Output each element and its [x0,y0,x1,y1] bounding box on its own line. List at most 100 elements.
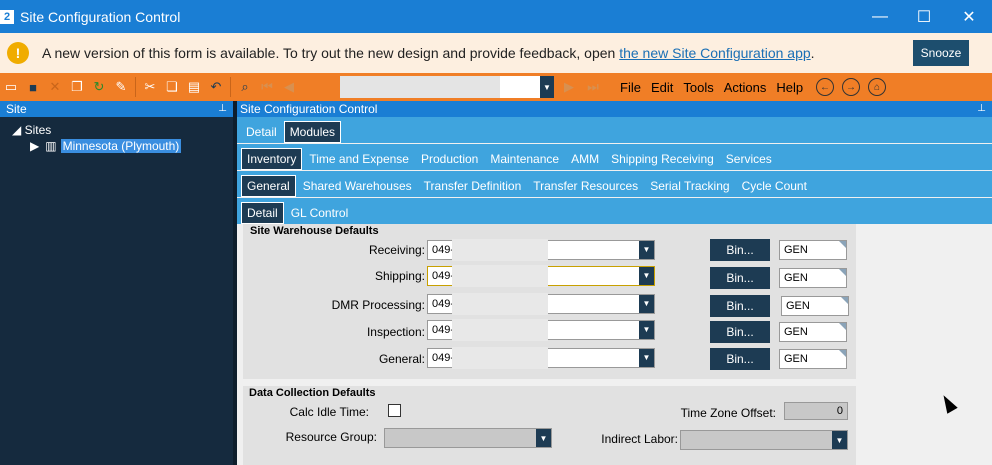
tab-maintenance[interactable]: Maintenance [485,148,564,170]
resource-group-select[interactable]: ▼ [384,428,552,448]
tab-shipping-receiving[interactable]: Shipping Receiving [606,148,719,170]
chevron-down-icon[interactable]: ▼ [639,241,654,259]
tab-production[interactable]: Production [416,148,483,170]
shipping-bin-field[interactable]: GEN [779,268,847,288]
new-icon[interactable]: ▭ [0,76,22,98]
redacted-value [452,239,548,261]
chevron-down-icon[interactable]: ▼ [639,321,654,339]
window-title: Site Configuration Control [20,8,181,25]
tab-modules[interactable]: Modules [283,121,342,143]
pin-icon[interactable]: ⊥ [218,101,227,117]
home-icon[interactable]: ⌂ [868,78,886,96]
receiving-warehouse-field[interactable]: 049- ▼ [427,239,655,261]
expand-icon[interactable]: ▶ [30,139,39,153]
menu-help[interactable]: Help [776,80,803,95]
tab-amm[interactable]: AMM [566,148,604,170]
tabs-level1: Detail Modules [237,117,992,143]
tree-node-sites[interactable]: ◢ Sites [12,123,51,137]
dmr-processing-bin-button[interactable]: Bin... [710,295,770,317]
tab-inventory[interactable]: Inventory [241,148,303,170]
building-icon: ▥ [45,139,57,153]
inspection-warehouse-field[interactable]: 049- ▼ [427,319,655,341]
tab-gl-control[interactable]: GL Control [286,202,354,224]
next-record-icon[interactable]: ▶ [558,76,580,98]
snooze-button[interactable]: Snooze [913,40,969,66]
undo-icon[interactable]: ↶ [205,76,227,98]
tab-general[interactable]: General [241,175,296,197]
find-icon[interactable]: ⌕ [234,76,256,98]
tab-services[interactable]: Services [721,148,777,170]
cut-icon[interactable]: ✂ [139,76,161,98]
site-pane-title: Site [6,102,27,116]
minimize-button[interactable]: — [857,0,903,33]
redacted-value [452,319,548,341]
nav-buttons: ← → ⌂ [816,73,894,101]
calc-idle-time-checkbox[interactable] [388,404,401,417]
chevron-down-icon[interactable]: ▼ [639,295,654,313]
tab-detail-sub[interactable]: Detail [241,202,284,224]
dmr-processing-bin-field[interactable]: GEN [781,296,849,316]
tree-node-label[interactable]: Minnesota (Plymouth) [60,139,182,153]
tab-detail[interactable]: Detail [241,121,282,143]
inspection-bin-button[interactable]: Bin... [710,321,770,343]
chevron-down-icon[interactable]: ▼ [832,431,847,449]
menu-actions[interactable]: Actions [724,80,767,95]
general-label: General: [378,352,425,366]
shipping-bin-button[interactable]: Bin... [710,267,770,289]
menu-edit[interactable]: Edit [651,80,673,95]
clipboard-icon[interactable]: ▤ [183,76,205,98]
general-bin-field[interactable]: GEN [779,349,847,369]
delete-icon[interactable]: ✕ [44,76,66,98]
save-icon[interactable]: ■ [22,76,44,98]
record-selector[interactable]: ▼ [340,76,554,98]
dmr-processing-warehouse-field[interactable]: 049- ▼ [427,293,655,315]
last-record-icon[interactable]: ⏭ [582,76,604,98]
tab-transfer-resources[interactable]: Transfer Resources [528,175,643,197]
back-icon[interactable]: ← [816,78,834,96]
tab-serial-tracking[interactable]: Serial Tracking [645,175,734,197]
time-zone-offset-field[interactable]: 0 [784,402,848,420]
paste-icon[interactable]: ❏ [161,76,183,98]
indirect-labor-label: Indirect Labor: [601,432,678,446]
field-value: 049- [432,298,455,310]
tab-shared-warehouses[interactable]: Shared Warehouses [298,175,417,197]
eraser-icon[interactable]: ✎ [110,76,132,98]
notice-text: A new version of this form is available.… [42,45,620,61]
warehouse-defaults-title: Site Warehouse Defaults [250,225,379,237]
general-bin-button[interactable]: Bin... [710,348,770,370]
tabs-level2: Inventory Time and Expense Production Ma… [237,144,992,170]
refresh-icon[interactable]: ↻ [88,76,110,98]
toolbar-separator [230,77,231,97]
close-button[interactable]: ✕ [946,0,992,33]
menu-file[interactable]: File [620,80,641,95]
shipping-warehouse-field[interactable]: 049- ▼ [427,265,655,287]
first-record-icon[interactable]: ⏮ [256,76,278,98]
toolbar-separator [135,77,136,97]
new-version-notice: ! A new version of this form is availabl… [0,33,992,73]
chevron-down-icon[interactable]: ▼ [639,267,654,285]
field-value: 049- [432,352,455,364]
tab-time-and-expense[interactable]: Time and Expense [304,148,414,170]
tab-cycle-count[interactable]: Cycle Count [737,175,812,197]
copy-icon[interactable]: ❐ [66,76,88,98]
pin-icon[interactable]: ⊥ [977,101,986,117]
chevron-down-icon[interactable]: ▼ [536,429,551,447]
tab-transfer-definition[interactable]: Transfer Definition [419,175,527,197]
time-zone-offset-label: Time Zone Offset: [680,406,776,420]
forward-icon[interactable]: → [842,78,860,96]
general-warehouse-field[interactable]: 049- ▼ [427,347,655,369]
receiving-bin-field[interactable]: GEN [779,240,847,260]
chevron-down-icon[interactable]: ▼ [540,76,554,98]
indirect-labor-select[interactable]: ▼ [680,430,848,450]
new-app-link[interactable]: the new Site Configuration app [619,45,810,61]
inspection-bin-field[interactable]: GEN [779,322,847,342]
maximize-button[interactable]: ☐ [901,0,947,33]
chevron-down-icon[interactable]: ▼ [639,349,654,367]
tree-node-site[interactable]: ▶ ▥ Minnesota (Plymouth) [30,139,182,153]
record-value-redacted [340,76,500,98]
redacted-value [452,293,548,315]
receiving-bin-button[interactable]: Bin... [710,239,770,261]
prev-record-icon[interactable]: ◀ [278,76,300,98]
shipping-label: Shipping: [374,269,425,283]
menu-tools[interactable]: Tools [683,80,713,95]
